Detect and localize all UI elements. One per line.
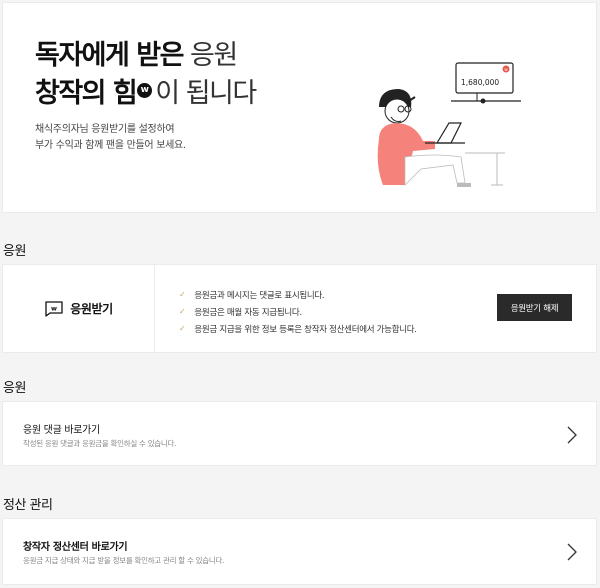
list-item-text: 응원금 지급을 위한 정보 등록은 창작자 정산센터에서 가능합니다.: [194, 324, 417, 335]
chevron-right-icon: [567, 426, 577, 444]
check-icon: ✓: [179, 324, 186, 333]
settlement-link-title: 창작자 정산센터 바로가기: [23, 542, 128, 553]
hero-subtitle-line2: 부가 수익과 함께 팬을 만들어 보세요.: [35, 140, 186, 151]
comments-link-title: 응원 댓글 바로가기: [23, 425, 100, 436]
svg-text:w: w: [51, 304, 57, 312]
support-label: 응원받기: [70, 302, 113, 316]
comments-link-desc: 작성된 응원 댓글과 응원금을 확인하실 수 있습니다.: [23, 439, 177, 448]
list-item: ✓ 응원금과 메시지는 댓글로 표시됩니다.: [179, 286, 417, 303]
w-badge-icon: w: [137, 83, 153, 98]
hero-banner: 독자에게 받은 응원 창작의 힘w이 됩니다 채식주의자님 응원받기를 설정하여…: [2, 2, 597, 213]
list-item: ✓ 응원금은 매월 자동 지급됩니다.: [179, 303, 417, 320]
settlement-link-card[interactable]: 창작자 정산센터 바로가기 응원금 지급 상태와 지급 받을 정보를 확인하고 …: [2, 518, 597, 585]
list-item-text: 응원금은 매월 자동 지급됩니다.: [194, 307, 302, 318]
check-icon: ✓: [179, 307, 186, 316]
hero-headline-line1: 독자에게 받은 응원: [35, 33, 238, 72]
support-toggle-area: w 응원받기: [3, 265, 155, 352]
support-card: w 응원받기 ✓ 응원금과 메시지는 댓글로 표시됩니다. ✓ 응원금은 매월 자동…: [2, 264, 597, 353]
section-title-settlement: 정산 관리: [3, 498, 53, 513]
chevron-right-icon: [567, 543, 577, 561]
support-speech-icon: w: [45, 300, 63, 317]
check-icon: ✓: [179, 290, 186, 299]
monitor-amount: 1,680,000: [461, 78, 499, 87]
hero-headline-light: 응원: [190, 40, 238, 71]
comments-link-card[interactable]: 응원 댓글 바로가기 작성된 응원 댓글과 응원금을 확인하실 수 있습니다.: [2, 401, 597, 466]
creator-illustration: w 1,680,000: [377, 62, 521, 187]
hero-headline2-light: 이 됩니다: [155, 78, 257, 109]
section-title-support: 응원: [3, 244, 26, 259]
hero-headline-line2: 창작의 힘w이 됩니다: [35, 71, 257, 110]
cancel-support-button[interactable]: 응원받기 해제: [497, 294, 572, 321]
list-item-text: 응원금과 메시지는 댓글로 표시됩니다.: [194, 290, 325, 301]
settlement-link-desc: 응원금 지급 상태와 지급 받을 정보를 확인하고 관리 할 수 있습니다.: [23, 556, 225, 565]
list-item: ✓ 응원금 지급을 위한 정보 등록은 창작자 정산센터에서 가능합니다.: [179, 320, 417, 337]
hero-subtitle-line1: 채식주의자님 응원받기를 설정하여: [35, 124, 175, 135]
hero-headline-bold: 독자에게 받은: [35, 40, 184, 71]
support-info-list: ✓ 응원금과 메시지는 댓글로 표시됩니다. ✓ 응원금은 매월 자동 지급됩니다.…: [179, 286, 417, 337]
hero-headline2-bold: 창작의 힘: [35, 78, 138, 109]
section-title-comments: 응원: [3, 381, 26, 396]
